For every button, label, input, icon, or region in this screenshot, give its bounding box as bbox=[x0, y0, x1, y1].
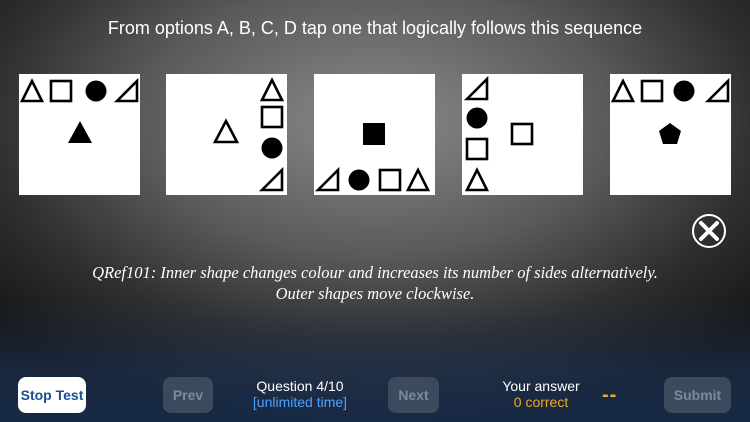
panel-3-figure bbox=[314, 123, 431, 192]
filled-circle-icon bbox=[673, 80, 695, 102]
correct-count: 0 correct bbox=[513, 394, 569, 410]
next-button[interactable]: Next bbox=[388, 377, 439, 413]
filled-circle-icon bbox=[261, 137, 283, 159]
outline-right-triangle-icon bbox=[113, 77, 139, 103]
outline-triangle-icon bbox=[19, 78, 45, 103]
prev-button[interactable]: Prev bbox=[163, 377, 213, 413]
your-answer-label: Your answer bbox=[502, 378, 580, 394]
filled-square-icon bbox=[363, 123, 385, 145]
filled-circle-icon bbox=[466, 107, 488, 129]
panel-5-figure bbox=[610, 77, 730, 144]
answer-status: Your answer 0 correct bbox=[490, 378, 592, 410]
stop-test-button[interactable]: Stop Test bbox=[18, 377, 86, 413]
outline-square-icon bbox=[260, 105, 284, 129]
outline-square-icon bbox=[49, 79, 73, 103]
question-info: Question 4/10 [unlimited time] bbox=[230, 378, 370, 410]
time-limit-label: [unlimited time] bbox=[252, 394, 348, 410]
panel-1-figure bbox=[19, 77, 139, 143]
explanation-text: QRef101: Inner shape changes colour and … bbox=[92, 263, 658, 303]
outline-square-icon bbox=[378, 168, 402, 192]
filled-circle-icon bbox=[348, 169, 370, 191]
outline-triangle-icon bbox=[610, 78, 636, 103]
sequence-panel-2[interactable] bbox=[166, 74, 287, 195]
outline-triangle-icon bbox=[212, 118, 240, 144]
outline-square-icon bbox=[465, 137, 489, 161]
outline-triangle-icon bbox=[259, 77, 285, 102]
outline-right-triangle-icon bbox=[258, 166, 284, 192]
sequence-panel-1[interactable] bbox=[19, 74, 140, 195]
sequence-panel-4[interactable] bbox=[462, 74, 583, 195]
sequence-panel-3[interactable] bbox=[314, 74, 435, 195]
outline-right-triangle-icon bbox=[704, 77, 730, 103]
filled-triangle-icon bbox=[68, 121, 92, 143]
panel-2-figure bbox=[212, 77, 285, 192]
close-icon bbox=[699, 221, 719, 241]
outline-triangle-icon bbox=[405, 167, 431, 192]
outline-right-triangle-icon bbox=[463, 75, 489, 101]
filled-circle-icon bbox=[85, 80, 107, 102]
outline-triangle-icon bbox=[464, 167, 490, 192]
sequence-panel-5[interactable] bbox=[610, 74, 731, 195]
background-glow bbox=[0, 300, 750, 422]
outline-square-icon bbox=[640, 79, 664, 103]
panel-4-figure bbox=[463, 75, 534, 192]
outline-square-icon bbox=[510, 122, 534, 146]
submit-button[interactable]: Submit bbox=[664, 377, 731, 413]
outline-right-triangle-icon bbox=[314, 166, 340, 192]
filled-pentagon-icon bbox=[659, 123, 681, 144]
instruction-text: From options A, B, C, D tap one that log… bbox=[107, 18, 643, 38]
question-counter: Question 4/10 bbox=[256, 378, 344, 394]
close-explanation-button[interactable] bbox=[692, 214, 726, 248]
selected-answer-value: -- bbox=[602, 384, 618, 406]
